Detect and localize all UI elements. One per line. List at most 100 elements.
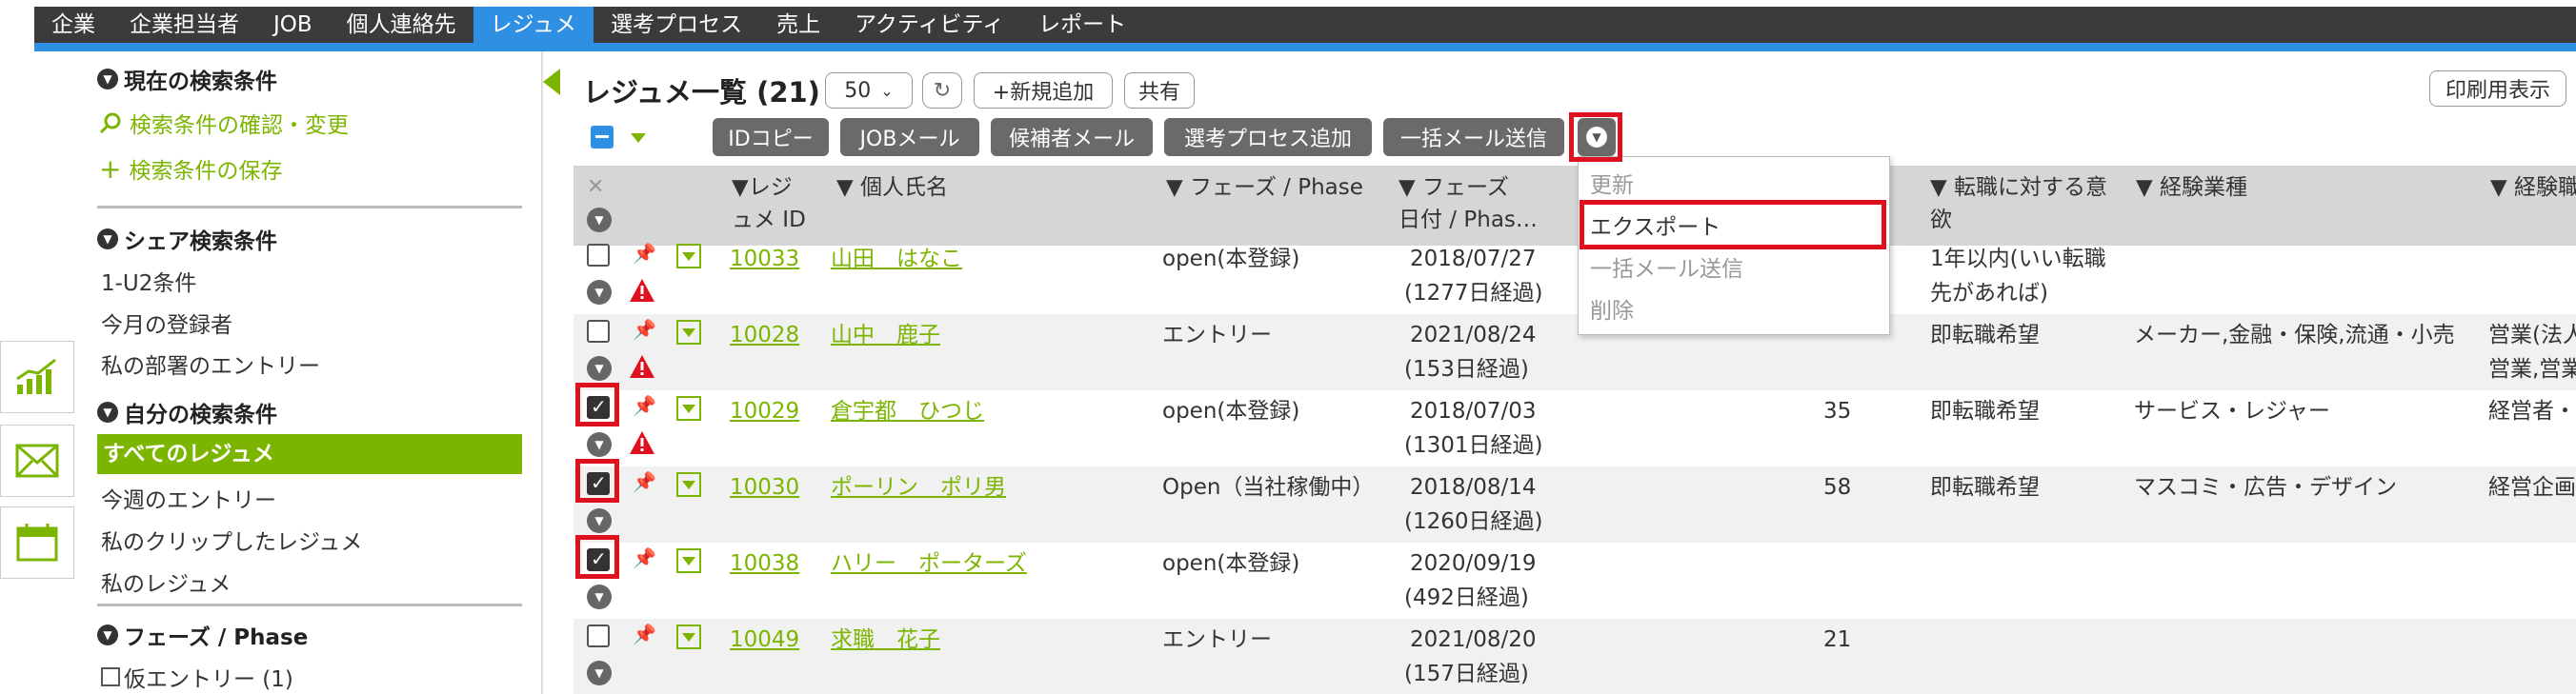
- header-intent[interactable]: ▼ 転職に対する意欲: [1930, 171, 2107, 236]
- row-menu-icon[interactable]: [676, 396, 701, 421]
- select-menu-caret-icon[interactable]: [631, 133, 646, 143]
- nav-item[interactable]: 個人連絡先: [330, 7, 473, 43]
- calendar-icon[interactable]: [0, 506, 74, 579]
- age-cell: 58: [1823, 475, 1852, 500]
- candidate-mail-button[interactable]: 候補者メール: [991, 118, 1153, 156]
- job-mail-button[interactable]: JOBメール: [840, 118, 979, 156]
- header-name[interactable]: ▼ 個人氏名: [836, 171, 948, 204]
- resume-id-link[interactable]: 10049: [730, 623, 799, 657]
- row-menu-icon[interactable]: [676, 625, 701, 649]
- person-name-link[interactable]: 倉宇都 ひつじ: [831, 394, 984, 428]
- person-name-link[interactable]: 山中 鹿子: [831, 318, 940, 352]
- refresh-button[interactable]: ↻: [922, 72, 962, 109]
- phase-filter-item[interactable]: 仮エントリー (1): [101, 661, 293, 693]
- person-name-link[interactable]: ポーリン ポリ男: [831, 470, 1006, 505]
- chart-icon[interactable]: [0, 341, 74, 413]
- save-conditions-label: 検索条件の保存: [129, 159, 283, 184]
- header-line: ▼ フェーズ: [1399, 175, 1509, 200]
- print-view-button[interactable]: 印刷用表示: [2429, 70, 2566, 107]
- own-item[interactable]: 私のクリップしたレジュメ: [101, 524, 362, 556]
- share-conditions-heading[interactable]: ▼ シェア検索条件: [97, 223, 277, 255]
- search-icon: [99, 112, 121, 134]
- sidebar: ▼ 現在の検索条件 検索条件の確認・変更 + 検索条件の保存 ▼ シェア検索条件 1…: [86, 51, 543, 694]
- pin-icon[interactable]: 📌: [633, 623, 656, 645]
- nav-item[interactable]: 企業: [34, 7, 112, 43]
- chevron-down-icon: ▼: [97, 402, 118, 423]
- industry-cell: マスコミ・広告・デザイン: [2134, 475, 2397, 500]
- divider: [97, 206, 522, 208]
- phase-cell: エントリー: [1162, 627, 1272, 652]
- nav-item[interactable]: JOB: [256, 7, 330, 43]
- row-checkbox[interactable]: [587, 244, 610, 267]
- row-options-icon[interactable]: ▼: [587, 585, 612, 609]
- row-menu-icon[interactable]: [676, 548, 701, 573]
- per-page-select[interactable]: 50 ⌄: [825, 72, 913, 109]
- save-conditions-link[interactable]: + 検索条件の保存: [99, 152, 282, 185]
- add-new-button[interactable]: +新規追加: [974, 72, 1113, 109]
- header-phase[interactable]: ▼ フェーズ / Phase: [1166, 171, 1363, 204]
- menu-item-bulk-mail[interactable]: 一括メール送信: [1590, 250, 1743, 283]
- intent-cell: 1年以内(いい転職: [1930, 247, 2106, 271]
- header-experience-industry[interactable]: ▼ 経験業種: [2136, 171, 2247, 204]
- own-item-active[interactable]: すべてのレジュメ: [97, 434, 522, 474]
- own-item[interactable]: 今週のエントリー: [101, 482, 276, 514]
- header-resume-id[interactable]: ▼レジ ュメ ID: [732, 171, 806, 236]
- select-all-checkbox[interactable]: [591, 126, 614, 149]
- intent-cell: 即転職希望: [1930, 323, 2040, 347]
- checkbox[interactable]: [101, 667, 120, 686]
- pin-icon[interactable]: 📌: [633, 242, 656, 265]
- id-copy-button[interactable]: IDコピー: [713, 118, 829, 156]
- row-options-icon[interactable]: ▼: [587, 280, 612, 305]
- header-experience-job[interactable]: ▼ 経験職: [2490, 171, 2576, 204]
- row-menu-icon[interactable]: [676, 472, 701, 497]
- row-menu-icon[interactable]: [676, 320, 701, 345]
- resume-id-link[interactable]: 10029: [730, 394, 799, 428]
- nav-item[interactable]: レジュメ: [473, 7, 594, 43]
- person-name-link[interactable]: 山田 はなこ: [831, 242, 962, 276]
- resume-id-link[interactable]: 10028: [730, 318, 799, 352]
- current-conditions-heading[interactable]: ▼ 現在の検索条件: [97, 63, 277, 95]
- menu-item-delete[interactable]: 削除: [1590, 292, 1634, 325]
- header-phase-date[interactable]: ▼ フェーズ 日付 / Phas…: [1399, 171, 1538, 236]
- header-line: ▼ 転職に対する意: [1930, 175, 2107, 200]
- pin-icon[interactable]: 📌: [633, 470, 656, 493]
- row-checkbox[interactable]: [587, 320, 610, 343]
- collapse-sidebar-arrow-icon[interactable]: [543, 69, 560, 95]
- nav-item[interactable]: 企業担当者: [112, 7, 256, 43]
- pin-icon[interactable]: 📌: [633, 318, 656, 341]
- row-options-icon[interactable]: ▼: [587, 661, 612, 685]
- share-button[interactable]: 共有: [1124, 72, 1195, 109]
- bulk-mail-button[interactable]: 一括メール送信: [1383, 118, 1564, 156]
- age-cell: 21: [1823, 627, 1852, 652]
- mail-icon[interactable]: [0, 425, 74, 497]
- share-item[interactable]: 今月の登録者: [101, 307, 232, 339]
- header-options-icon[interactable]: ▼: [587, 208, 612, 232]
- header-line: ▼レジ: [732, 175, 793, 200]
- resume-id-link[interactable]: 10030: [730, 470, 799, 505]
- row-options-icon[interactable]: ▼: [587, 508, 612, 533]
- row-options-icon[interactable]: ▼: [587, 432, 612, 457]
- heading-label: フェーズ / Phase: [124, 625, 309, 650]
- share-item[interactable]: 私の部署のエントリー: [101, 347, 320, 380]
- pin-icon[interactable]: 📌: [633, 546, 656, 569]
- resume-id-link[interactable]: 10033: [730, 242, 799, 276]
- nav-item[interactable]: レポート: [1021, 7, 1143, 43]
- menu-item-update[interactable]: 更新: [1590, 167, 1634, 199]
- own-conditions-heading[interactable]: ▼ 自分の検索条件: [97, 396, 277, 428]
- phase-heading[interactable]: ▼ フェーズ / Phase: [97, 619, 308, 651]
- highlight-row-checkbox: [575, 383, 619, 426]
- nav-item[interactable]: 売上: [759, 7, 837, 43]
- pin-icon[interactable]: 📌: [633, 394, 656, 417]
- own-item[interactable]: 私のレジュメ: [101, 565, 231, 598]
- row-options-icon[interactable]: ▼: [587, 356, 612, 381]
- add-process-button[interactable]: 選考プロセス追加: [1164, 118, 1372, 156]
- check-conditions-link[interactable]: 検索条件の確認・変更: [99, 107, 349, 139]
- person-name-link[interactable]: 求職 花子: [831, 623, 940, 657]
- resume-id-link[interactable]: 10038: [730, 546, 799, 581]
- nav-item[interactable]: 選考プロセス: [594, 7, 759, 43]
- row-menu-icon[interactable]: [676, 244, 701, 268]
- row-checkbox[interactable]: [587, 625, 610, 647]
- nav-item[interactable]: アクティビティ: [837, 7, 1021, 43]
- share-item[interactable]: 1-U2条件: [101, 265, 196, 297]
- person-name-link[interactable]: ハリー ポーターズ: [831, 546, 1027, 581]
